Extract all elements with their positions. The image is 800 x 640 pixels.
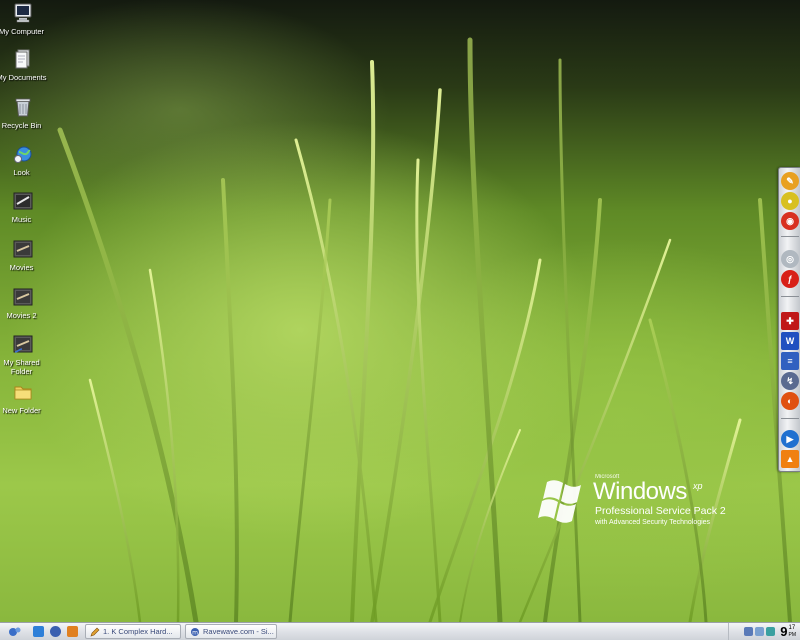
messenger-quick-launch-icon[interactable] bbox=[50, 626, 61, 637]
paint-icon[interactable]: ✎ bbox=[781, 172, 799, 190]
desktop-icon-label: Recycle Bin bbox=[1, 121, 42, 130]
desktop-icon-label: My Shared Folder bbox=[3, 358, 40, 376]
flash-icon[interactable]: ƒ bbox=[781, 270, 799, 288]
svg-text:m: m bbox=[192, 629, 198, 636]
pencil-icon bbox=[90, 627, 100, 636]
vlc-icon[interactable]: ▲ bbox=[781, 450, 799, 468]
word-icon[interactable]: W bbox=[781, 332, 799, 350]
lifebuoy-icon[interactable]: ✚ bbox=[781, 312, 799, 330]
desktop-icon-label: New Folder bbox=[2, 406, 41, 415]
messenger-tray-icon[interactable] bbox=[766, 627, 776, 636]
network-tray-icon[interactable] bbox=[744, 627, 754, 636]
windows-wordmark: Windows bbox=[593, 478, 687, 505]
folder-icon bbox=[14, 386, 32, 400]
tagline-text: with Advanced Security Technologies bbox=[595, 519, 711, 526]
clock[interactable]: 9 17 PM bbox=[780, 623, 797, 639]
desktop-icon-label: Movies 2 bbox=[6, 311, 37, 320]
clock-hour: 9 bbox=[780, 623, 788, 639]
desktop-icon-music[interactable]: Music bbox=[0, 190, 46, 224]
globe-icon bbox=[14, 146, 32, 163]
shortcut-icon[interactable]: ↯ bbox=[781, 372, 799, 390]
windows-xp-logo: Microsoft Windows xp Professional Servic… bbox=[537, 472, 747, 532]
media-icon[interactable]: ● bbox=[781, 192, 799, 210]
desktop-icon-look[interactable]: Look bbox=[0, 143, 46, 177]
desktop-icon-recycle-bin[interactable]: Recycle Bin bbox=[0, 96, 46, 130]
taskbar-button-label: Ravewave.com - Si... bbox=[203, 627, 274, 636]
dock-separator bbox=[781, 418, 799, 419]
desktop-icon-label: My Computer bbox=[0, 27, 44, 36]
clock-ampm: PM bbox=[788, 631, 797, 638]
computer-icon bbox=[14, 3, 32, 23]
media-quick-launch-icon[interactable] bbox=[67, 626, 78, 637]
burn-icon[interactable]: ◉ bbox=[781, 212, 799, 230]
taskbar-button-k-complex[interactable]: 1. K Complex Hard... bbox=[85, 624, 181, 639]
recycle-bin-icon bbox=[15, 98, 31, 117]
desktop-icon-movies-2[interactable]: Movies 2 bbox=[0, 286, 46, 320]
flag-icon[interactable]: ≡ bbox=[781, 352, 799, 370]
taskbar-button-label: 1. K Complex Hard... bbox=[103, 627, 173, 636]
volume-tray-icon[interactable] bbox=[755, 627, 765, 636]
edition-text: Professional Service Pack 2 bbox=[595, 505, 726, 517]
taskbar-button-ravewave[interactable]: m Ravewave.com - Si... bbox=[185, 624, 277, 639]
system-tray: 9 17 PM bbox=[728, 623, 800, 640]
desktop-icon-my-computer[interactable]: My Computer bbox=[0, 2, 46, 36]
movie-folder-icon bbox=[13, 288, 33, 306]
ie-quick-launch-icon[interactable] bbox=[33, 626, 44, 637]
dock-separator bbox=[781, 296, 799, 297]
xp-wordmark: xp bbox=[693, 481, 703, 491]
desktop-icon-movies[interactable]: Movies bbox=[0, 238, 46, 272]
desktop-icon-label: Look bbox=[13, 168, 30, 177]
documents-icon bbox=[15, 49, 30, 69]
start-icon bbox=[9, 627, 21, 636]
movie-folder-icon bbox=[13, 240, 33, 258]
play-icon[interactable]: ▶ bbox=[781, 430, 799, 448]
dock-separator bbox=[781, 236, 799, 237]
firefox-icon[interactable]: ◐ bbox=[781, 392, 799, 410]
desktop-icon-label: Movies bbox=[9, 263, 34, 272]
desktop-icon-label: Music bbox=[11, 215, 32, 224]
quick-launch-dock: ✎ ● ◉ ◎ ƒ ✚ W ≡ ↯ ◐ ▶ ▲ bbox=[778, 167, 800, 472]
browser-icon: m bbox=[191, 627, 199, 636]
clock-minute: 17 bbox=[788, 624, 796, 631]
cd-icon[interactable]: ◎ bbox=[781, 250, 799, 268]
desktop-icon-label: My Documents bbox=[0, 73, 47, 82]
music-folder-icon bbox=[13, 192, 33, 210]
windows-flag-icon bbox=[538, 480, 581, 523]
desktop-icon-new-folder[interactable]: New Folder bbox=[0, 381, 46, 415]
shared-folder-icon bbox=[13, 335, 33, 353]
desktop-icon-my-documents[interactable]: My Documents bbox=[0, 48, 47, 82]
start-button[interactable] bbox=[0, 623, 30, 640]
taskbar: 1. K Complex Hard... m Ravewave.com - Si… bbox=[0, 622, 800, 640]
desktop-icon-my-shared-folder[interactable]: My Shared Folder bbox=[0, 333, 46, 376]
